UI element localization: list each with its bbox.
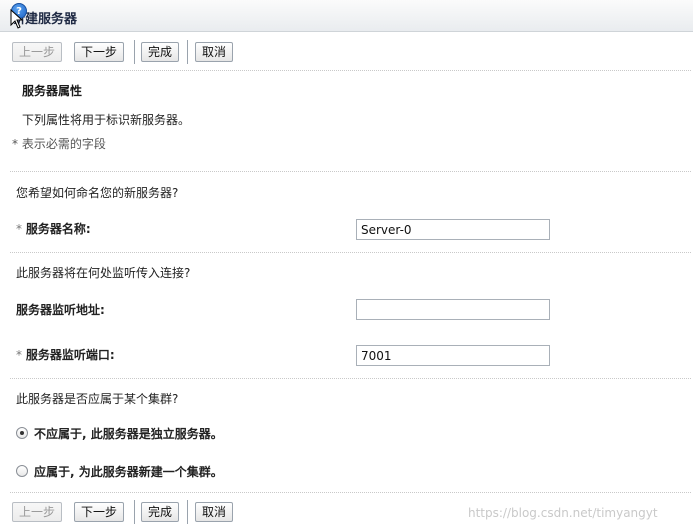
server-name-label-text: 服务器名称: bbox=[25, 222, 91, 236]
cancel-button-top[interactable]: 取消 bbox=[195, 42, 234, 62]
finish-button-top[interactable]: 完成 bbox=[141, 42, 180, 62]
divider bbox=[10, 378, 691, 379]
cluster-question: 此服务器是否应属于某个集群? bbox=[16, 392, 179, 406]
window-titlebar: 新建服务器 bbox=[0, 0, 693, 32]
server-name-label: * 服务器名称: bbox=[16, 220, 91, 237]
listen-address-input[interactable] bbox=[356, 299, 550, 320]
back-button-bottom[interactable]: 上一步 bbox=[12, 502, 63, 522]
finish-button-bottom[interactable]: 完成 bbox=[141, 502, 180, 522]
toolbar-divider bbox=[187, 500, 188, 524]
divider bbox=[10, 252, 691, 253]
cancel-button-bottom[interactable]: 取消 bbox=[195, 502, 234, 522]
next-button-top[interactable]: 下一步 bbox=[74, 42, 125, 62]
back-button-top[interactable]: 上一步 bbox=[12, 42, 63, 62]
section-description: 下列属性将用于标识新服务器。 bbox=[22, 113, 191, 127]
section-title: 服务器属性 bbox=[22, 84, 83, 98]
cluster-option-new-label: 应属于, 为此服务器新建一个集群。 bbox=[34, 465, 223, 479]
mouse-pointer-icon bbox=[10, 9, 24, 29]
listen-port-label-text: 服务器监听端口: bbox=[25, 348, 115, 362]
listen-port-label: * 服务器监听端口: bbox=[16, 346, 115, 363]
divider bbox=[10, 70, 691, 71]
required-marker: * bbox=[16, 348, 22, 362]
server-name-input[interactable] bbox=[356, 219, 550, 240]
watermark: https://blog.csdn.net/timyangyt bbox=[468, 506, 658, 520]
next-button-bottom[interactable]: 下一步 bbox=[74, 502, 125, 522]
toolbar-divider bbox=[134, 500, 135, 524]
divider bbox=[10, 492, 691, 493]
toolbar-divider bbox=[134, 40, 135, 64]
required-note: * 表示必需的字段 bbox=[12, 137, 106, 151]
name-question: 您希望如何命名您的新服务器? bbox=[16, 186, 179, 200]
listen-question: 此服务器将在何处监听传入连接? bbox=[16, 266, 191, 280]
radio-standalone[interactable] bbox=[16, 427, 28, 439]
listen-port-input[interactable] bbox=[356, 345, 550, 366]
listen-address-label: 服务器监听地址: bbox=[16, 303, 105, 317]
radio-new-cluster[interactable] bbox=[16, 465, 28, 477]
toolbar-divider bbox=[187, 40, 188, 64]
cluster-option-standalone-label: 不应属于, 此服务器是独立服务器。 bbox=[34, 427, 223, 441]
divider bbox=[10, 171, 691, 172]
required-marker: * bbox=[16, 222, 22, 236]
